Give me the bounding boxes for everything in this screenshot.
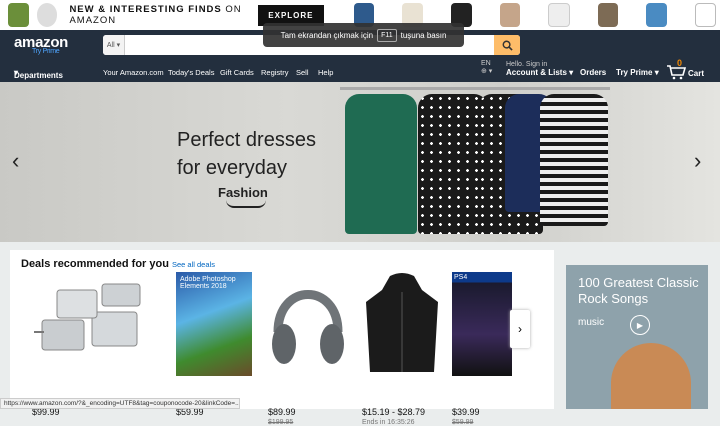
nav-link-help[interactable]: Help (318, 68, 333, 77)
nav-secondary: Departments ▾ Your Amazon.com Today's De… (0, 65, 720, 80)
account-menu[interactable]: Hello. Sign in Account & Lists ▾ (506, 61, 573, 77)
product-thumbnail[interactable] (548, 3, 570, 27)
deals-next-arrow[interactable]: › (510, 310, 530, 348)
nav-link-sell[interactable]: Sell (296, 68, 309, 77)
amazon-logo[interactable]: amazon Try Prime (14, 34, 68, 55)
game-cover-image: PS4 (452, 272, 512, 376)
search-button[interactable] (494, 35, 520, 55)
language-selector[interactable]: EN ⊕ ▾ (481, 60, 492, 75)
nav-link-todays-deals[interactable]: Today's Deals (168, 68, 214, 77)
promo-title: NEW & INTERESTING FINDS ON AMAZON (69, 4, 242, 26)
deal-product-hoodie[interactable]: $15.19 - $28.79 Ends in 16:35:26 (362, 272, 446, 426)
hero-brand: Fashion (218, 185, 268, 200)
globe-icon: ⊕ ▾ (481, 68, 493, 75)
product-thumbnail[interactable] (694, 3, 717, 27)
hero-headline: Perfect dresses for everyday (177, 129, 316, 179)
deal-product-cookware[interactable]: $99.99 (32, 272, 162, 417)
search-icon (502, 40, 513, 51)
deal-ends-timer: Ends in 16:35:26 (362, 419, 415, 426)
dress-image (345, 94, 417, 234)
hero-prev-arrow[interactable]: ‹ (12, 148, 19, 174)
deal-old-price: $199.95 (268, 419, 294, 426)
hero-banner[interactable]: Perfect dresses for everyday Fashion ‹ › (0, 82, 720, 242)
headphones-image (272, 290, 344, 364)
nav-link-your-amazon[interactable]: Your Amazon.com (103, 68, 164, 77)
search-category-dropdown[interactable]: All ▾ (103, 35, 125, 55)
deals-title: Deals recommended for you (21, 258, 169, 270)
hero-next-arrow[interactable]: › (694, 148, 701, 174)
music-ad[interactable]: 100 Greatest Classic Rock Songs music ▶ (566, 265, 708, 409)
departments-menu[interactable]: Departments ▾ (14, 68, 63, 80)
deal-product-headphones[interactable]: $89.99 $199.95 (268, 272, 348, 426)
product-thumbnail[interactable] (499, 3, 521, 27)
fullscreen-tooltip: Tam ekrandan çıkmak için F11 tuşuna bası… (263, 23, 464, 47)
clothing-rack (340, 87, 610, 90)
cookware-image (34, 283, 141, 351)
play-icon[interactable]: ▶ (630, 315, 650, 335)
deals-section: Deals recommended for you See all deals … (10, 250, 554, 426)
deal-product-software[interactable]: Adobe Photoshop Elements 2018 $59.99 (176, 272, 254, 417)
nav-link-registry[interactable]: Registry (261, 68, 289, 77)
amazon-music-logo: music (578, 317, 605, 328)
deal-product-game[interactable]: PS4 $39.99 $59.99 (452, 272, 514, 426)
product-thumbnail[interactable] (36, 3, 58, 27)
ad-title: 100 Greatest Classic Rock Songs (578, 275, 699, 306)
hoodie-image (366, 273, 438, 372)
artist-photo (611, 343, 691, 409)
orders-link[interactable]: Orders (580, 68, 606, 77)
status-bar-url: https://www.amazon.com/?&_encoding=UTF8&… (0, 398, 240, 409)
nav-link-gift-cards[interactable]: Gift Cards (220, 68, 254, 77)
software-box-image: Adobe Photoshop Elements 2018 (176, 272, 252, 376)
f11-key: F11 (377, 28, 397, 42)
dress-image (540, 94, 608, 226)
cart-icon (667, 65, 687, 80)
try-prime-menu[interactable]: Try Prime ▾ (616, 68, 659, 77)
product-thumbnail[interactable] (8, 3, 29, 27)
deal-old-price: $59.99 (452, 419, 474, 426)
amazon-smile-icon (226, 200, 266, 208)
product-thumbnail[interactable] (597, 3, 619, 27)
product-thumbnail[interactable] (646, 3, 667, 27)
see-all-deals-link[interactable]: See all deals (172, 260, 215, 269)
